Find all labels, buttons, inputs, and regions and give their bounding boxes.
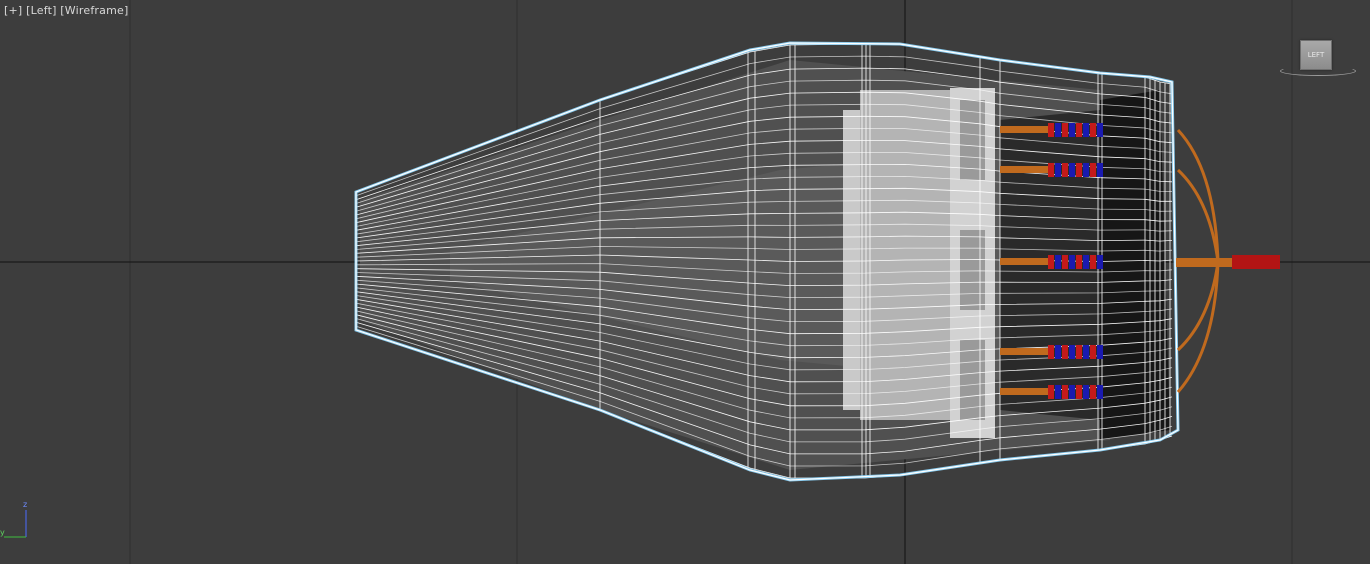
axis-tripod: z y bbox=[0, 500, 40, 544]
wire-lead-band bbox=[1069, 345, 1075, 359]
wire-lead-band bbox=[1097, 345, 1103, 359]
wire-lead-band bbox=[1090, 385, 1096, 399]
viewport-left-wireframe[interactable]: [+] [Left] [Wireframe] LEFT z y bbox=[0, 0, 1370, 564]
viewcube-face-label: LEFT bbox=[1307, 51, 1325, 59]
wire-lead-band bbox=[1048, 163, 1054, 177]
axis-z-label: z bbox=[23, 500, 28, 509]
viewport-view-label[interactable]: [Left] bbox=[26, 4, 56, 17]
wire-lead-band bbox=[1055, 123, 1061, 137]
wire-lead-band bbox=[1076, 163, 1082, 177]
wire-lead-band bbox=[1076, 123, 1082, 137]
wire-lead bbox=[1000, 126, 1048, 133]
wire-lead bbox=[1000, 166, 1048, 173]
wire-lead-band bbox=[1083, 255, 1089, 269]
wire-lead-band bbox=[1090, 345, 1096, 359]
wire-lead-band bbox=[1090, 163, 1096, 177]
wire-lead-band bbox=[1076, 345, 1082, 359]
wire-lead-band bbox=[1048, 255, 1054, 269]
wire-lead-band bbox=[1097, 163, 1103, 177]
output-connector[interactable] bbox=[1176, 255, 1280, 269]
wire-lead-band bbox=[1062, 163, 1068, 177]
wire-lead-band bbox=[1055, 163, 1061, 177]
wire-lead-band bbox=[1069, 385, 1075, 399]
wire-lead-band bbox=[1083, 163, 1089, 177]
viewport-label[interactable]: [+] [Left] [Wireframe] bbox=[4, 4, 128, 17]
wire-lead-band bbox=[1048, 385, 1054, 399]
wire-lead-band bbox=[1076, 385, 1082, 399]
wire-lead-band bbox=[1097, 255, 1103, 269]
wire-lead-band bbox=[1048, 123, 1054, 137]
wire-lead bbox=[1000, 258, 1048, 265]
viewport-scene[interactable] bbox=[0, 0, 1370, 564]
wire-lead-band bbox=[1069, 123, 1075, 137]
wire-lead-band bbox=[1069, 255, 1075, 269]
wire-lead-band bbox=[1097, 385, 1103, 399]
viewcube[interactable]: LEFT bbox=[1300, 40, 1332, 70]
wire-lead-band bbox=[1090, 123, 1096, 137]
wire-lead-band bbox=[1083, 123, 1089, 137]
wire-lead-band bbox=[1097, 123, 1103, 137]
viewport-shading-label[interactable]: [Wireframe] bbox=[60, 4, 128, 17]
wire-lead-band bbox=[1062, 385, 1068, 399]
wire-lead-band bbox=[1055, 255, 1061, 269]
wire-lead-band bbox=[1055, 385, 1061, 399]
viewport-menu-plus[interactable]: [+] bbox=[4, 4, 22, 17]
wire-lead-band bbox=[1062, 255, 1068, 269]
wire-lead-band bbox=[1048, 345, 1054, 359]
wire-lead-band bbox=[1076, 255, 1082, 269]
wire-lead-band bbox=[1062, 345, 1068, 359]
wire-lead-band bbox=[1083, 385, 1089, 399]
wire-lead-band bbox=[1090, 255, 1096, 269]
wire-lead-band bbox=[1055, 345, 1061, 359]
axis-y-label: y bbox=[0, 528, 5, 537]
wire-lead-band bbox=[1062, 123, 1068, 137]
wire-lead bbox=[1000, 348, 1048, 355]
wire-lead-band bbox=[1083, 345, 1089, 359]
wire-lead bbox=[1000, 388, 1048, 395]
wire-lead-band bbox=[1069, 163, 1075, 177]
